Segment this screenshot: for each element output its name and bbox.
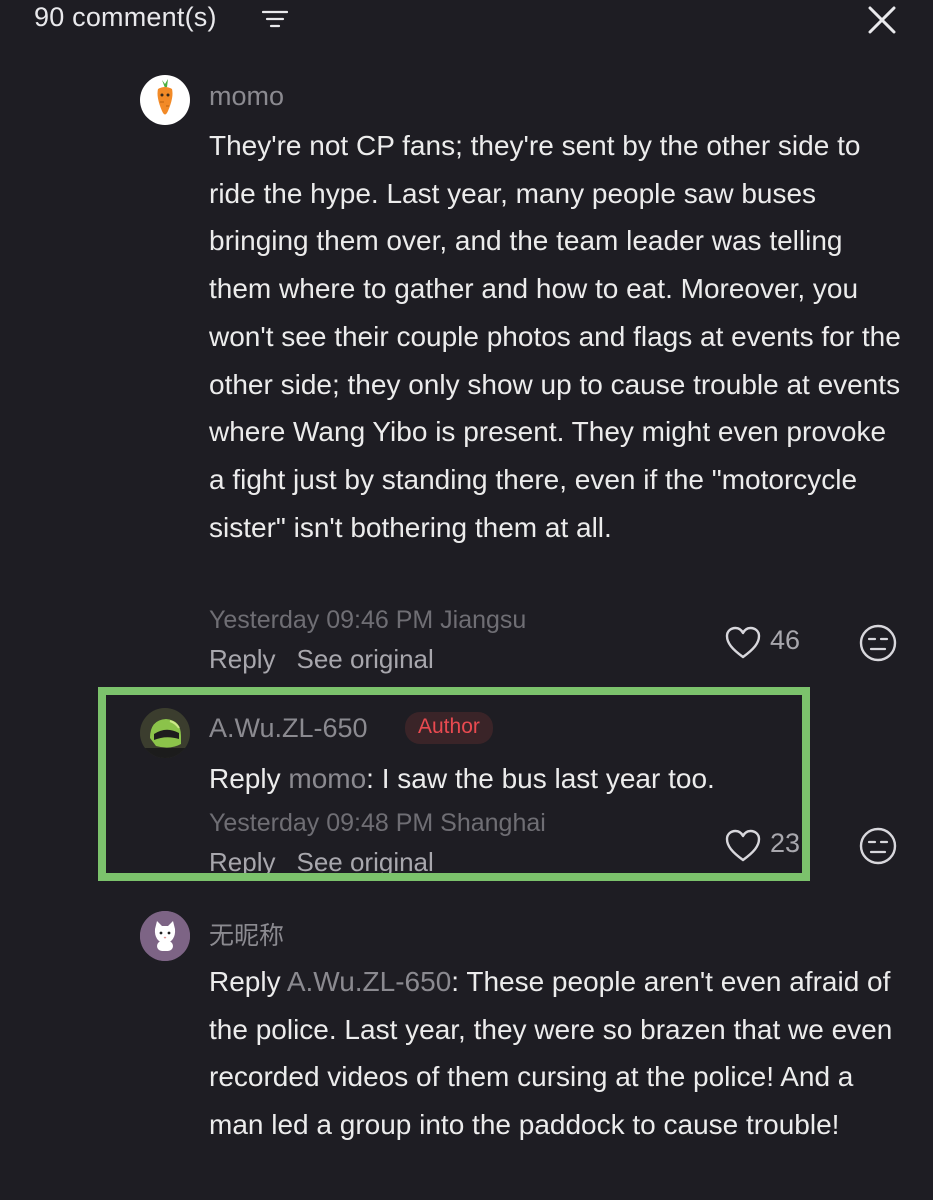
reply-button[interactable]: Reply [209,644,275,674]
mention-link[interactable]: A.Wu.ZL-650 [287,966,451,997]
comment-meta: Yesterday 09:46 PM Jiangsu [209,606,527,634]
see-original-button[interactable]: See original [296,847,433,877]
heart-icon [725,626,761,659]
author-badge: Author [405,712,493,744]
reply-prefix: Reply [209,763,281,794]
comments-header: 90 comment(s) [0,0,933,42]
heart-icon [725,829,761,862]
comment-meta: Yesterday 09:48 PM Shanghai [209,809,546,837]
filter-icon[interactable] [262,9,288,29]
reply-button[interactable]: Reply [209,847,275,877]
comment-username[interactable]: A.Wu.ZL-650 [209,713,368,744]
comment-username[interactable]: momo [209,81,284,112]
reply-prefix: Reply [209,966,281,997]
reply-text: : I saw the bus last year too. [366,763,715,794]
like-count: 46 [770,625,801,655]
like-count: 23 [770,828,801,858]
comment-actions: Reply See original [209,847,434,878]
comment-text: Reply A.Wu.ZL-650: These people aren't e… [209,958,909,1149]
carrot-avatar[interactable] [140,75,190,125]
like-button[interactable]: 46 [724,623,814,663]
comment-actions: Reply See original [209,644,434,675]
like-button[interactable]: 23 [724,826,814,866]
comment-text: They're not CP fans; they're sent by the… [209,130,901,543]
comment-count-title: 90 comment(s) [34,2,217,32]
mention-link[interactable]: momo [288,763,366,794]
comment-text: Reply momo: I saw the bus last year too. [209,755,909,803]
close-icon[interactable] [866,4,898,36]
see-original-button[interactable]: See original [296,644,433,674]
comment-username[interactable]: 无昵称 [209,916,284,952]
neutral-face-icon[interactable] [858,826,898,866]
neutral-face-icon[interactable] [858,623,898,663]
cat-avatar[interactable] [140,911,190,961]
helmet-avatar[interactable] [140,708,190,758]
